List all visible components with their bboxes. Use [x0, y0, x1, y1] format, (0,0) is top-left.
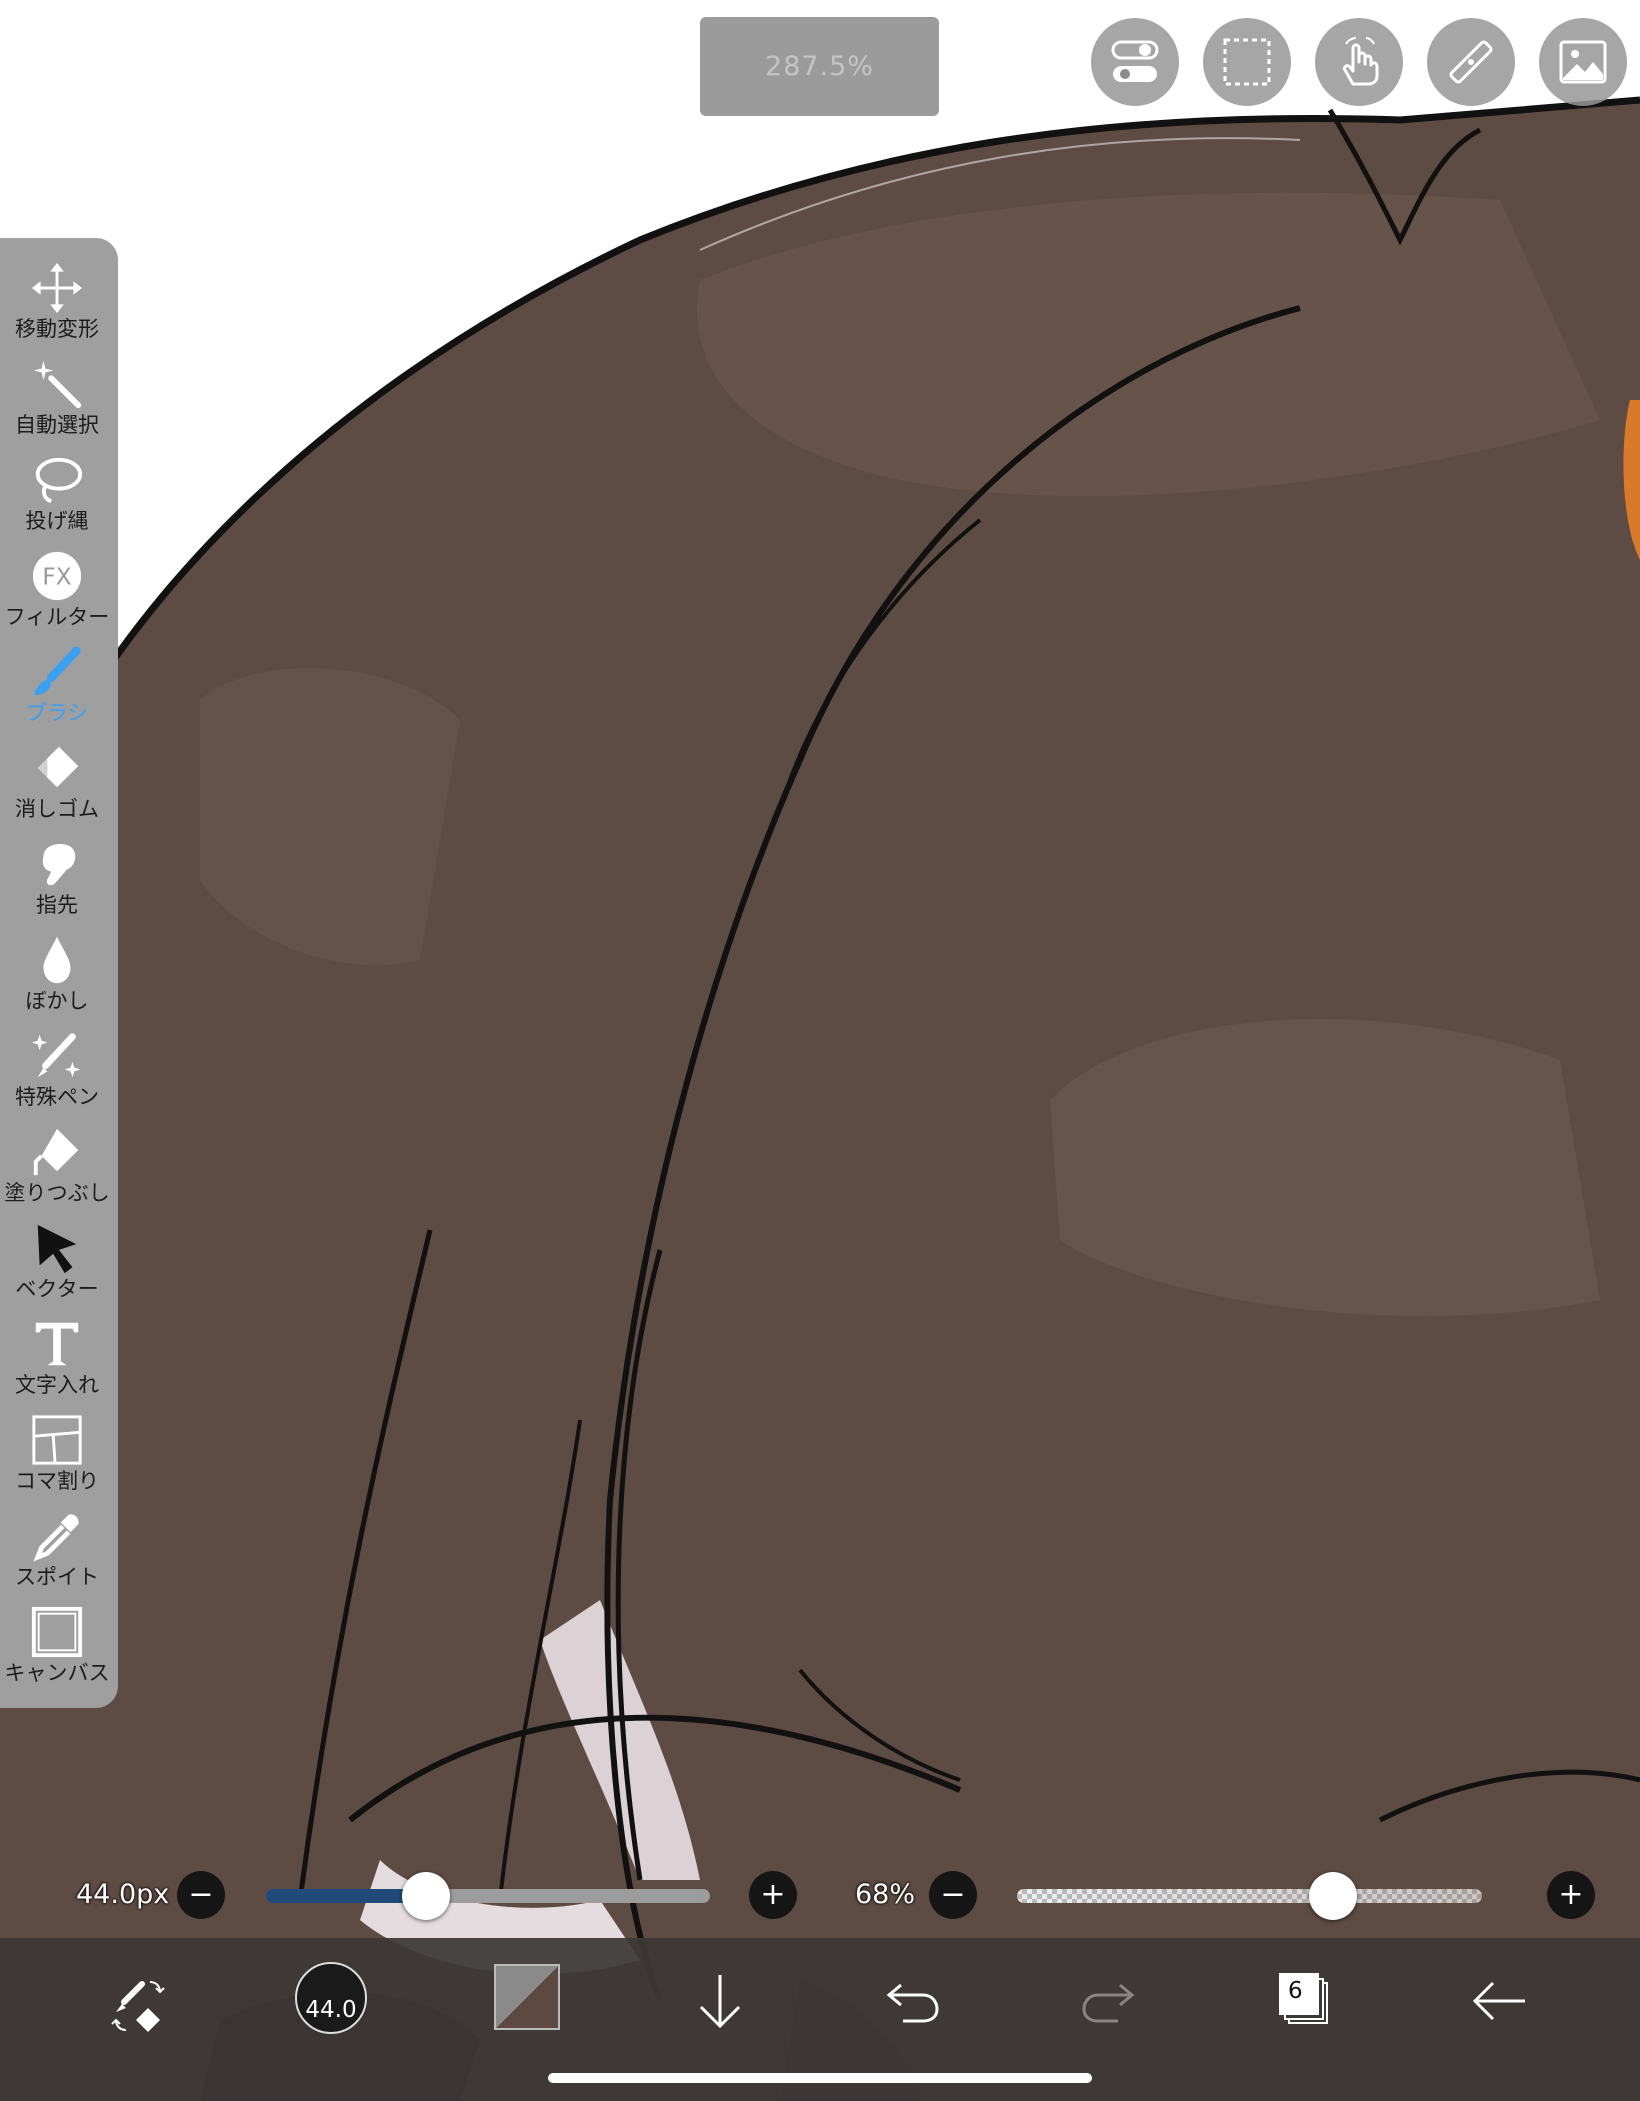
blur-drop-icon — [43, 936, 71, 984]
image-icon — [1559, 40, 1607, 84]
tool-label: 投げ縄 — [25, 509, 89, 533]
plus-icon: + — [1558, 1877, 1584, 1912]
brush-size-decrease-button[interactable]: − — [177, 1871, 225, 1919]
magic-wand-icon — [33, 360, 82, 409]
tool-label: ぼかし — [25, 989, 89, 1013]
ruler-icon — [1449, 40, 1493, 84]
pen-eraser-swap-button[interactable] — [100, 1968, 176, 2044]
tool-palette: 移動変形 自動選択 投げ縄 FX フィルター ブラシ 消しゴム 指先 ぼかし 特… — [0, 238, 118, 1708]
arrow-down-icon — [699, 1975, 741, 2029]
special-pen-icon — [31, 1033, 81, 1078]
svg-text:FX: FX — [42, 565, 71, 591]
tool-filter[interactable]: FX フィルター — [0, 548, 114, 644]
tool-blur[interactable]: ぼかし — [0, 932, 114, 1028]
brush-icon — [33, 646, 81, 696]
frame-divide-icon — [32, 1415, 82, 1465]
color-swatch-button[interactable] — [494, 1964, 560, 2030]
tool-eyedropper[interactable]: スポイト — [0, 1508, 114, 1604]
tool-label: 特殊ペン — [15, 1085, 99, 1109]
tool-fill[interactable]: 塗りつぶし — [0, 1124, 114, 1220]
tool-label: 指先 — [36, 893, 78, 917]
gesture-button[interactable] — [1315, 18, 1403, 106]
opacity-value: 68% — [855, 1879, 916, 1910]
selection-rect-icon — [1223, 38, 1271, 86]
layers-icon — [1279, 1973, 1328, 2024]
tool-eraser[interactable]: 消しゴム — [0, 740, 114, 836]
tool-label: 塗りつぶし — [4, 1181, 110, 1205]
tool-label: スポイト — [15, 1565, 99, 1589]
tool-label: フィルター — [4, 605, 110, 629]
brush-size-button[interactable]: 44.0 — [295, 1962, 367, 2034]
tool-lasso[interactable]: 投げ縄 — [0, 452, 114, 548]
fx-icon: FX — [32, 551, 82, 601]
tool-move-transform[interactable]: 移動変形 — [0, 260, 114, 356]
material-button[interactable] — [1539, 18, 1627, 106]
eraser-icon — [37, 746, 79, 788]
minus-icon: − — [940, 1877, 966, 1912]
layer-count: 6 — [1288, 1978, 1303, 2004]
redo-button[interactable] — [1075, 1968, 1141, 2034]
text-icon — [35, 1322, 79, 1366]
back-button[interactable] — [1466, 1968, 1532, 2034]
drawing-canvas[interactable] — [0, 0, 1640, 2101]
tool-smudge[interactable]: 指先 — [0, 836, 114, 932]
tool-label: ブラシ — [25, 701, 89, 725]
toggle-settings-button[interactable] — [1091, 18, 1179, 106]
zoom-indicator: 287.5% — [700, 17, 939, 116]
fill-icon — [33, 1128, 79, 1176]
tool-text[interactable]: 文字入れ — [0, 1316, 114, 1412]
smudge-icon — [42, 843, 76, 886]
opacity-thumb[interactable] — [1309, 1872, 1358, 1920]
undo-button[interactable] — [880, 1968, 946, 2034]
brush-size-thumb[interactable] — [401, 1872, 450, 1920]
brush-size-value: 44.0px — [76, 1879, 170, 1910]
tool-label: 移動変形 — [15, 317, 99, 341]
eyedropper-icon — [33, 1514, 79, 1562]
home-indicator[interactable] — [548, 2073, 1092, 2083]
tool-auto-select[interactable]: 自動選択 — [0, 356, 114, 452]
ruler-button[interactable] — [1427, 18, 1515, 106]
brush-size-increase-button[interactable]: + — [749, 1871, 797, 1919]
tool-special-pen[interactable]: 特殊ペン — [0, 1028, 114, 1124]
opacity-gradient — [1017, 1889, 1482, 1903]
tool-vector[interactable]: ベクター — [0, 1220, 114, 1316]
layers-button[interactable]: 6 — [1272, 1968, 1338, 2034]
arrow-left-icon — [1472, 1981, 1525, 2021]
pen-eraser-swap-icon — [111, 1981, 165, 2032]
tool-label: 文字入れ — [15, 1373, 99, 1397]
tool-label: ベクター — [15, 1277, 99, 1301]
opacity-decrease-button[interactable]: − — [929, 1871, 977, 1919]
hand-tap-icon — [1343, 37, 1379, 86]
tool-label: コマ割り — [15, 1469, 99, 1493]
tool-canvas[interactable]: キャンバス — [0, 1604, 114, 1700]
selection-button[interactable] — [1203, 18, 1291, 106]
canvas-icon — [31, 1606, 83, 1658]
minus-icon: − — [188, 1877, 214, 1912]
toggle-icon — [1111, 40, 1159, 82]
merge-down-button[interactable] — [690, 1966, 750, 2036]
tool-label: 自動選択 — [15, 413, 99, 437]
tool-label: キャンバス — [4, 1661, 110, 1685]
brush-size-badge: 44.0 — [305, 1997, 357, 2023]
move-icon — [31, 262, 83, 314]
tool-label: 消しゴム — [15, 797, 99, 821]
tool-brush[interactable]: ブラシ — [0, 644, 114, 740]
undo-icon — [886, 1983, 939, 2023]
lasso-icon — [35, 457, 83, 504]
redo-icon — [1082, 1983, 1135, 2023]
vector-arrow-icon — [37, 1224, 77, 1274]
tool-frame-divide[interactable]: コマ割り — [0, 1412, 114, 1508]
opacity-increase-button[interactable]: + — [1547, 1871, 1595, 1919]
plus-icon: + — [760, 1877, 786, 1912]
